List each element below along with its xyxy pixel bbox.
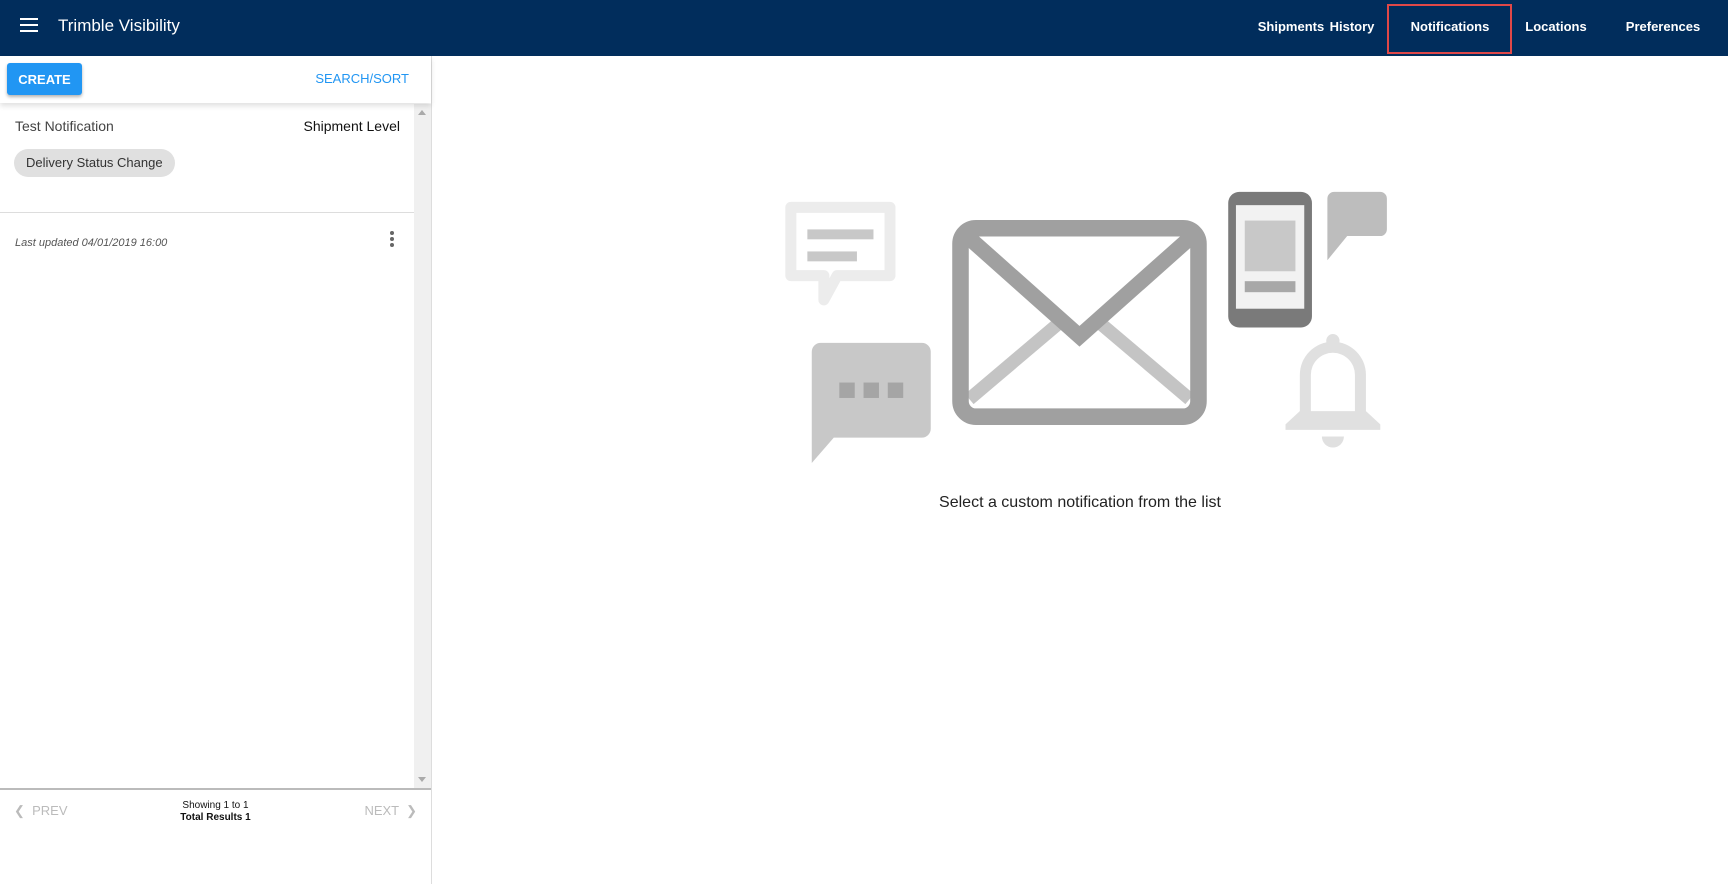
nav-shipments[interactable]: Shipments <box>1258 19 1324 34</box>
list-item[interactable]: Test Notification Shipment Level Deliver… <box>0 104 414 249</box>
chat-bubble-lines-icon <box>785 201 896 306</box>
last-updated: Last updated 04/01/2019 16:00 <box>15 237 168 249</box>
notification-level: Shipment Level <box>303 118 400 134</box>
nav-locations[interactable]: Locations <box>1525 19 1586 34</box>
nav-history[interactable]: History <box>1330 19 1375 34</box>
hamburger-menu-icon[interactable] <box>20 18 38 32</box>
list-scrollbar[interactable] <box>414 104 431 788</box>
notification-list-panel: CREATE SEARCH/SORT Test Notification Shi… <box>0 56 432 884</box>
mobile-phone-icon <box>1228 191 1312 328</box>
next-label: NEXT <box>364 803 399 818</box>
list-toolbar: CREATE SEARCH/SORT <box>0 56 431 103</box>
notification-name: Test Notification <box>15 118 114 134</box>
empty-state-message: Select a custom notification from the li… <box>939 494 1221 511</box>
next-button[interactable]: NEXT ❯ <box>364 803 417 819</box>
notifications-illustration <box>785 191 1387 463</box>
bell-icon <box>1285 334 1381 448</box>
chevron-right-icon: ❯ <box>398 803 417 818</box>
search-sort-button[interactable]: SEARCH/SORT <box>315 71 409 86</box>
scroll-up-icon[interactable] <box>418 110 426 115</box>
envelope-icon <box>952 220 1207 425</box>
event-chip: Delivery Status Change <box>14 149 175 177</box>
speech-bubble-icon <box>1327 191 1387 261</box>
pagination: ❮ PREV Showing 1 to 1 Total Results 1 NE… <box>0 788 431 848</box>
app-title: Trimble Visibility <box>58 16 180 35</box>
scroll-down-icon[interactable] <box>418 777 426 782</box>
create-button[interactable]: CREATE <box>7 63 82 95</box>
nav-preferences[interactable]: Preferences <box>1626 19 1700 34</box>
chat-bubble-dots-icon <box>811 342 931 463</box>
top-app-bar: Trimble Visibility Shipments History Not… <box>0 0 1728 56</box>
more-vert-icon[interactable] <box>388 231 396 251</box>
nav-notifications[interactable]: Notifications <box>1411 19 1490 34</box>
